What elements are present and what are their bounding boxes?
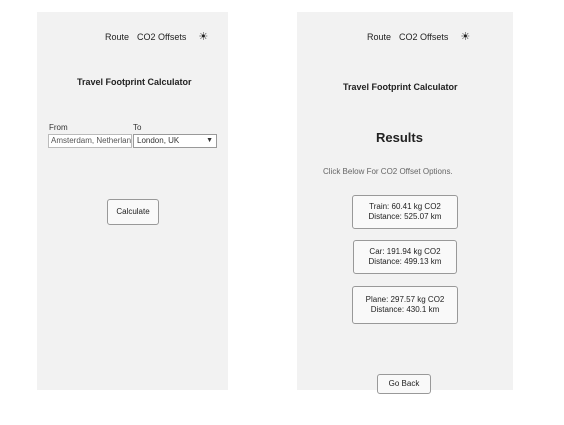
calculate-button[interactable]: Calculate: [107, 199, 159, 225]
sun-icon[interactable]: ☀: [198, 30, 208, 43]
sun-icon[interactable]: ☀: [460, 30, 470, 43]
train-co2: Train: 60.41 kg CO2: [369, 202, 441, 211]
page-title: Travel Footprint Calculator: [343, 82, 458, 92]
page-title: Travel Footprint Calculator: [77, 77, 192, 87]
car-distance: Distance: 499.13 km: [368, 257, 442, 266]
top-nav: Route CO2 Offsets ☀: [105, 30, 216, 43]
plane-distance: Distance: 430.1 km: [370, 305, 440, 314]
from-label: From: [49, 123, 68, 132]
plane-co2: Plane: 297.57 kg CO2: [365, 295, 445, 304]
train-distance: Distance: 525.07 km: [368, 212, 442, 221]
train-result-button[interactable]: Train: 60.41 kg CO2 Distance: 525.07 km: [352, 195, 458, 229]
results-subtitle: Click Below For CO2 Offset Options.: [323, 167, 453, 176]
to-select-value: London, UK: [137, 136, 180, 145]
go-back-button[interactable]: Go Back: [377, 374, 431, 394]
to-select[interactable]: London, UK ▼: [133, 134, 217, 148]
from-input[interactable]: Amsterdam, Netherlands: [48, 134, 132, 148]
top-nav: Route CO2 Offsets ☀: [367, 30, 478, 43]
nav-route[interactable]: Route: [367, 32, 391, 42]
calculator-panel: Route CO2 Offsets ☀ Travel Footprint Cal…: [37, 12, 228, 390]
to-label: To: [133, 123, 142, 132]
plane-result-button[interactable]: Plane: 297.57 kg CO2 Distance: 430.1 km: [352, 286, 458, 324]
chevron-down-icon: ▼: [206, 137, 213, 144]
results-panel: Route CO2 Offsets ☀ Travel Footprint Cal…: [297, 12, 513, 394]
nav-route[interactable]: Route: [105, 32, 129, 42]
nav-co2-offsets[interactable]: CO2 Offsets: [399, 32, 448, 42]
car-result-button[interactable]: Car: 191.94 kg CO2 Distance: 499.13 km: [353, 240, 457, 274]
nav-co2-offsets[interactable]: CO2 Offsets: [137, 32, 186, 42]
results-heading: Results: [376, 130, 423, 145]
car-co2: Car: 191.94 kg CO2: [369, 247, 441, 256]
